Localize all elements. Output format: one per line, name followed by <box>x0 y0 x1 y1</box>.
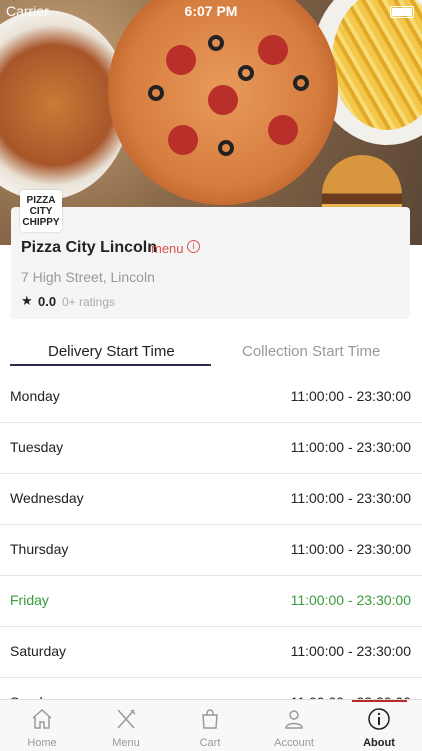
tabbar-about[interactable]: About <box>337 700 421 751</box>
tabbar-label: Home <box>27 737 57 749</box>
day-label: Thursday <box>10 541 69 557</box>
person-icon <box>285 710 303 729</box>
hours-label: 11:00:00 - 23:30:00 <box>290 643 411 659</box>
bottom-tab-bar: Home Menu Cart Account About <box>0 699 422 751</box>
tabbar-cart[interactable]: Cart <box>168 700 252 751</box>
status-bar: Carrier 6:07 PM <box>0 3 422 23</box>
tabbar-account[interactable]: Account <box>252 700 336 751</box>
tabbar-label: Cart <box>199 737 221 749</box>
restaurant-address: 7 High Street, Lincoln <box>21 269 155 285</box>
info-icon[interactable]: i <box>187 240 200 253</box>
schedule-tabs: Delivery Start Time Collection Start Tim… <box>0 335 422 368</box>
shopping-bag-icon <box>202 709 218 729</box>
day-label: Tuesday <box>10 439 64 455</box>
schedule-row-today: Friday 11:00:00 - 23:30:00 <box>0 576 422 627</box>
hours-label: 11:00:00 - 23:30:00 <box>290 490 411 506</box>
schedule-row: Saturday 11:00:00 - 23:30:00 <box>0 627 422 678</box>
day-label: Wednesday <box>10 490 84 506</box>
restaurant-logo: PIZZA CITY CHIPPY <box>20 190 62 232</box>
tabbar-menu[interactable]: Menu <box>84 700 168 751</box>
hours-label: 11:00:00 - 23:30:00 <box>290 439 411 455</box>
info-icon <box>368 708 390 730</box>
tabbar-label: About <box>363 737 395 749</box>
day-label: Friday <box>10 592 49 608</box>
schedule-row: Monday 11:00:00 - 23:30:00 <box>0 372 422 423</box>
active-tab-indicator <box>10 364 211 366</box>
hours-label: 11:00:00 - 23:30:00 <box>290 388 411 404</box>
clock: 6:07 PM <box>184 3 238 19</box>
tabbar-label: Menu <box>112 737 140 749</box>
tab-delivery-start-time[interactable]: Delivery Start Time <box>48 343 175 360</box>
restaurant-name: Pizza City Lincoln <box>21 239 158 256</box>
tabbar-home[interactable]: Home <box>0 700 84 751</box>
schedule-row: Thursday 11:00:00 - 23:30:00 <box>0 525 422 576</box>
rating-value: 0.0 <box>38 294 57 309</box>
tab-collection-start-time[interactable]: Collection Start Time <box>242 343 380 360</box>
restaurant-card: PIZZA CITY CHIPPY Pizza City Lincoln men… <box>11 190 410 319</box>
schedule-row: Wednesday 11:00:00 - 23:30:00 <box>0 474 422 525</box>
hours-label: 11:00:00 - 23:30:00 <box>290 592 411 608</box>
schedule-row: Tuesday 11:00:00 - 23:30:00 <box>0 423 422 474</box>
tabbar-label: Account <box>274 737 314 749</box>
hours-label: 11:00:00 - 23:30:00 <box>290 541 411 557</box>
ratings-count: 0+ ratings <box>62 295 116 309</box>
fork-knife-icon <box>117 709 136 729</box>
day-label: Monday <box>10 388 60 404</box>
home-icon <box>32 708 52 729</box>
day-label: Saturday <box>10 643 67 659</box>
menu-link[interactable]: menu <box>151 241 184 256</box>
battery-icon <box>390 6 414 18</box>
star-icon: ★ <box>21 293 33 308</box>
